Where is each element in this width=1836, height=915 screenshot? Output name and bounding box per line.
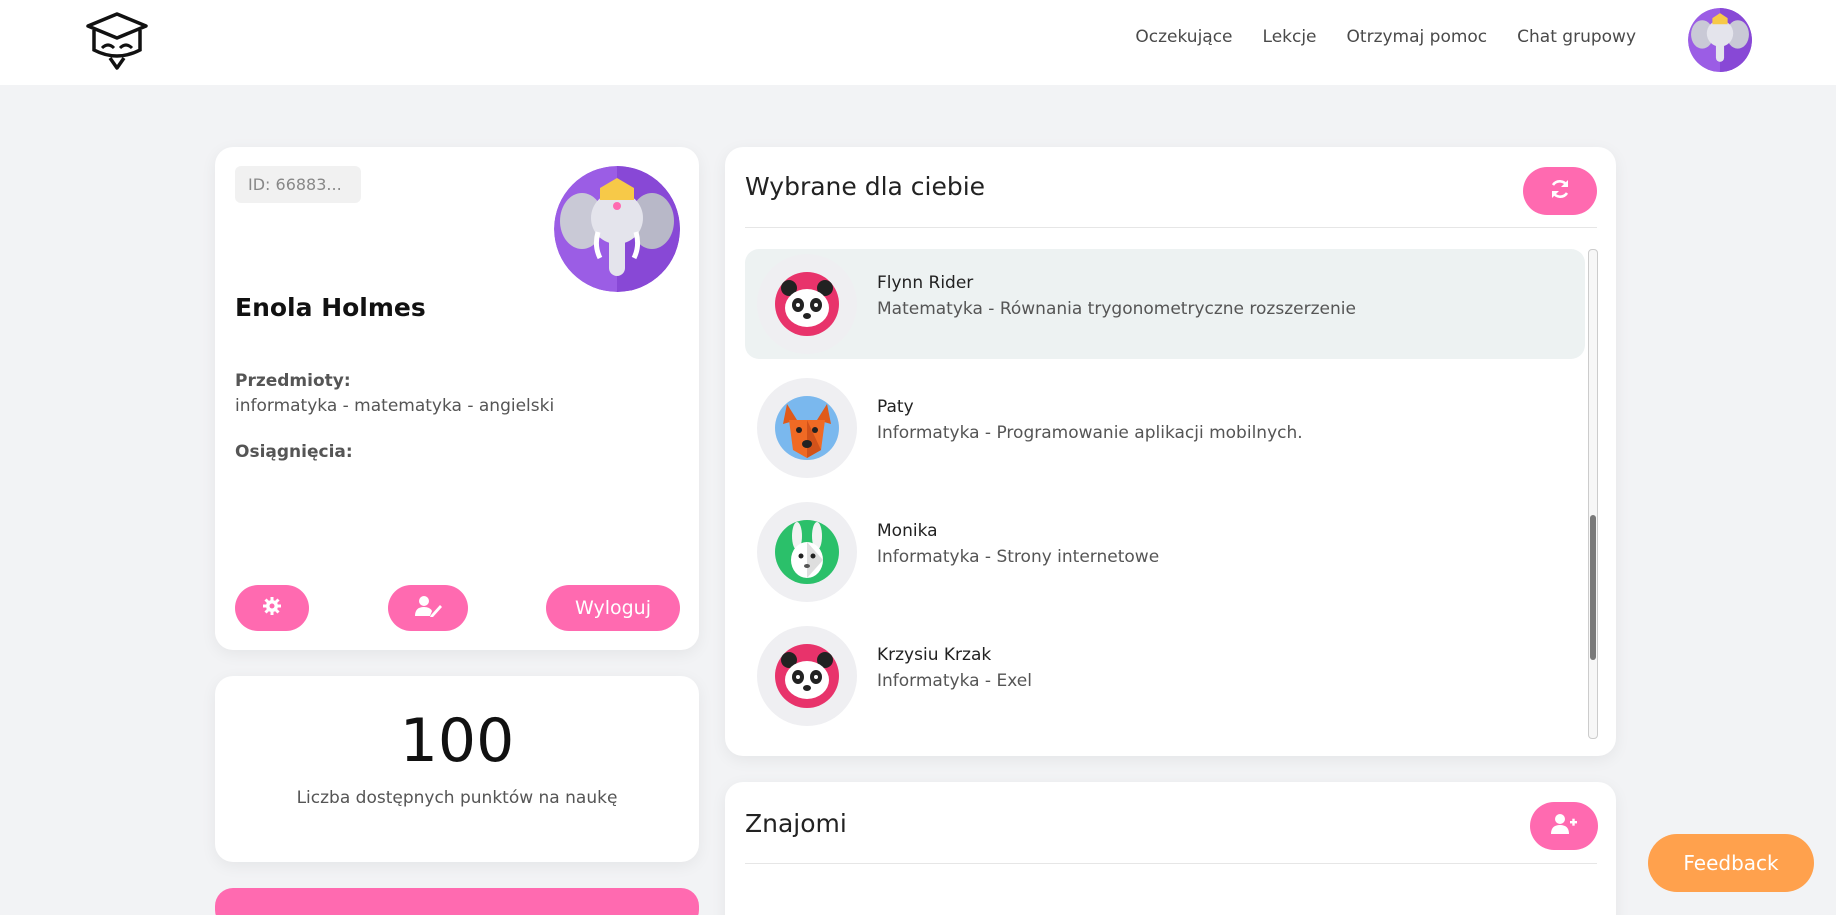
user-id-field[interactable]: ID: 66883... (235, 166, 361, 203)
rabbit-icon (757, 502, 857, 602)
elephant-avatar-icon (554, 166, 680, 292)
subjects-list: informatyka - matematyka - angielski (235, 396, 555, 416)
item-description: Informatyka - Exel (877, 671, 1032, 691)
nav-lessons[interactable]: Lekcje (1263, 27, 1317, 47)
user-avatar-icon[interactable] (1688, 8, 1752, 72)
user-edit-icon (414, 595, 442, 621)
item-description: Matematyka - Równania trygonometryczne r… (877, 299, 1356, 319)
panda-icon (757, 254, 857, 354)
edit-profile-button[interactable] (388, 585, 468, 631)
recommended-list: Flynn Rider Matematyka - Równania trygon… (745, 249, 1585, 739)
top-navbar: Oczekujące Lekcje Otrzymaj pomoc Chat gr… (0, 0, 1836, 85)
item-name: Paty (877, 397, 914, 417)
nav-group-chat[interactable]: Chat grupowy (1517, 27, 1636, 47)
item-description: Informatyka - Strony internetowe (877, 547, 1160, 567)
logo-icon[interactable] (84, 10, 150, 72)
divider (745, 863, 1597, 864)
gear-icon (262, 596, 282, 620)
points-value: 100 (399, 706, 515, 776)
friends-card: Znajomi (725, 782, 1616, 915)
friends-title: Znajomi (745, 809, 847, 838)
add-friend-button[interactable] (1530, 802, 1598, 850)
points-label: Liczba dostępnych punktów na naukę (296, 788, 618, 808)
pink-card-partial[interactable] (215, 888, 699, 915)
list-item[interactable]: Krzysiu Krzak Informatyka - Exel (745, 621, 1585, 731)
refresh-icon (1549, 178, 1571, 204)
user-plus-icon (1551, 813, 1577, 839)
nav-get-help[interactable]: Otrzymaj pomoc (1347, 27, 1488, 47)
list-item[interactable]: Flynn Rider Matematyka - Równania trygon… (745, 249, 1585, 359)
refresh-button[interactable] (1523, 167, 1597, 215)
feedback-button[interactable]: Feedback (1648, 834, 1814, 892)
recommended-title: Wybrane dla ciebie (745, 172, 986, 201)
dog-icon (757, 378, 857, 478)
nav-pending[interactable]: Oczekujące (1135, 27, 1232, 47)
main-nav: Oczekujące Lekcje Otrzymaj pomoc Chat gr… (1135, 27, 1636, 47)
subjects-label: Przedmioty: (235, 371, 351, 391)
points-card: 100 Liczba dostępnych punktów na naukę (215, 676, 699, 862)
achievements-label: Osiągnięcia: (235, 442, 353, 462)
settings-button[interactable] (235, 585, 309, 631)
item-name: Flynn Rider (877, 273, 974, 293)
list-item[interactable]: Monika Informatyka - Strony internetowe (745, 497, 1585, 607)
logout-button[interactable]: Wyloguj (546, 585, 680, 631)
item-description: Informatyka - Programowanie aplikacji mo… (877, 423, 1303, 443)
item-name: Monika (877, 521, 938, 541)
panda-icon (757, 626, 857, 726)
divider (745, 227, 1597, 228)
list-item[interactable]: Paty Informatyka - Programowanie aplikac… (745, 373, 1585, 483)
item-name: Krzysiu Krzak (877, 645, 992, 665)
profile-card: ID: 66883... Enola Holmes Przedmioty: in… (215, 147, 699, 650)
scrollbar[interactable] (1588, 249, 1598, 739)
scrollbar-thumb[interactable] (1590, 515, 1596, 660)
recommended-card: Wybrane dla ciebie Flynn Rider Matematyk… (725, 147, 1616, 756)
profile-name: Enola Holmes (235, 293, 426, 322)
